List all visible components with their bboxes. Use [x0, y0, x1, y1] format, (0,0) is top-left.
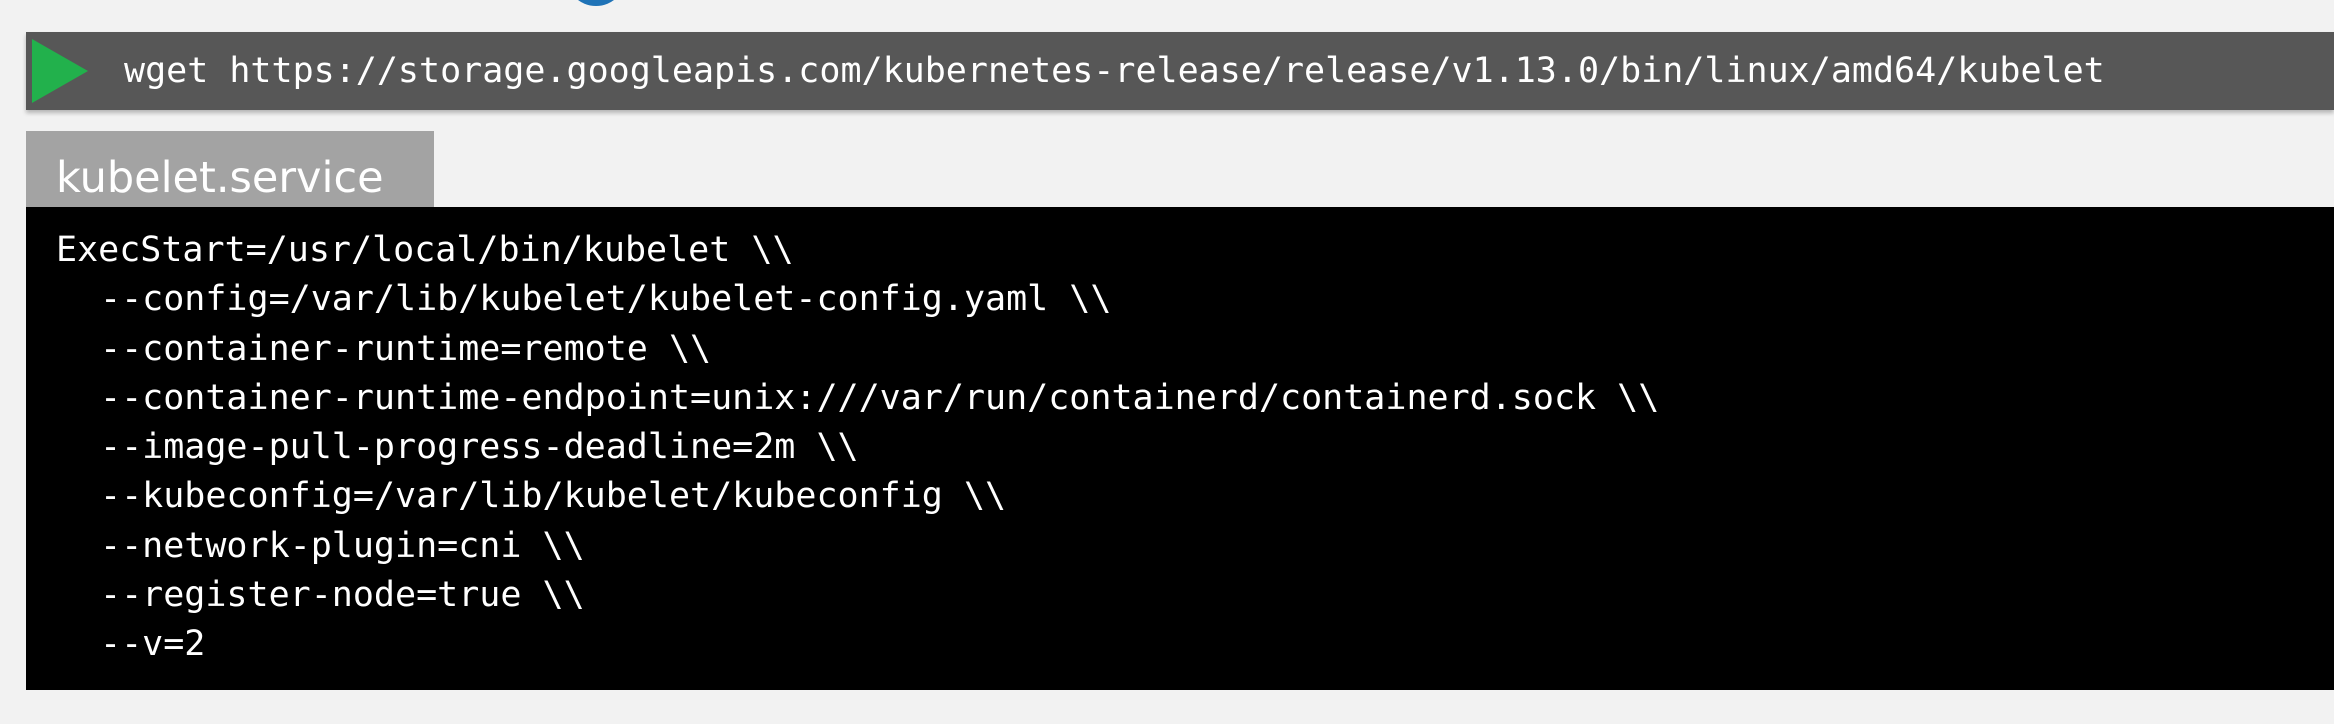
code-line: --register-node=true \\ — [100, 575, 585, 616]
code-line: ExecStart=/usr/local/bin/kubelet \\ — [56, 230, 794, 270]
code-block: ExecStart=/usr/local/bin/kubelet \\ --co… — [26, 207, 2334, 690]
code-line: --container-runtime=remote \\ — [100, 328, 712, 369]
code-line: --config=/var/lib/kubelet/kubelet-config… — [100, 279, 1112, 320]
command-text: wget https://storage.googleapis.com/kube… — [124, 51, 2105, 91]
file-name-label: kubelet.service — [56, 153, 384, 203]
code-line: --v=2 — [100, 624, 206, 665]
code-line: --container-runtime-endpoint=unix:///var… — [100, 377, 1660, 418]
file-tab: kubelet.service — [26, 131, 434, 207]
play-icon[interactable] — [32, 39, 88, 103]
code-line: --network-plugin=cni \\ — [100, 525, 585, 566]
code-line: --image-pull-progress-deadline=2m \\ — [100, 427, 859, 468]
partial-circle-logo — [566, 0, 626, 6]
command-bar: wget https://storage.googleapis.com/kube… — [26, 32, 2334, 110]
code-line: --kubeconfig=/var/lib/kubelet/kubeconfig… — [100, 476, 1007, 517]
